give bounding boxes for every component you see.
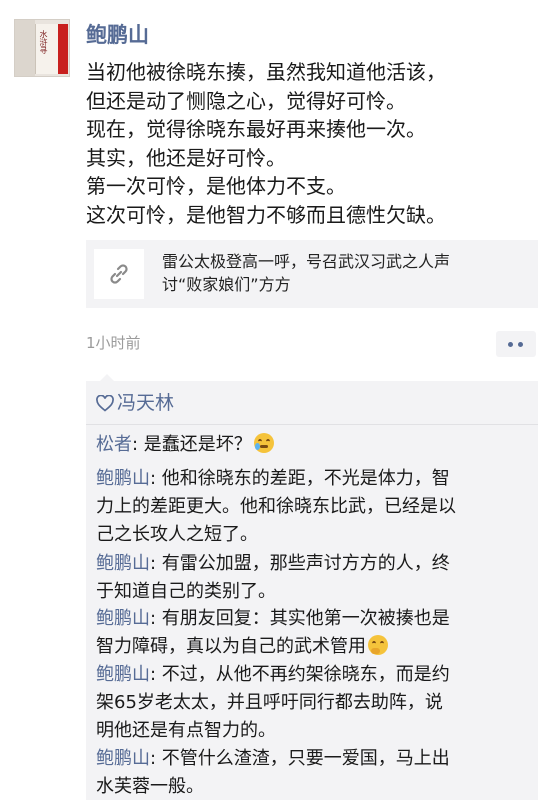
comment-author[interactable]: 鲍鹏山 xyxy=(96,553,150,574)
comment-text: 力上的差距更大。他和徐晓东比武，已经是以 xyxy=(96,496,456,517)
shared-link-card[interactable]: 雷公太极登高一呼，号召武汉习武之人声 讨“败家娘们”方方 xyxy=(86,240,538,308)
more-actions-button[interactable] xyxy=(496,331,536,357)
sweat-smile-emoji xyxy=(253,433,274,453)
comment-author[interactable]: 鲍鹏山 xyxy=(96,468,150,489)
post-timestamp: 1小时前 xyxy=(86,334,141,352)
link-thumbnail xyxy=(94,249,144,299)
comment-separator: : xyxy=(132,434,144,455)
comment-item[interactable]: 鲍鹏山: 有朋友回复：其实他第一次被揍也是 智力障碍，真以为自己的武术管用 xyxy=(96,605,528,661)
comment-text: 不管什么渣渣，只要一爱国，马上出 xyxy=(161,748,450,769)
comment-author[interactable]: 鲍鹏山 xyxy=(96,748,150,769)
comments-panel: 冯天林 松者: 是蠢还是坏？ 鲍鹏山: 他和徐晓东的差距，不光是体力，智 力上的… xyxy=(86,374,538,800)
comment-text: 有雷公加盟，那些声讨方方的人，终 xyxy=(161,553,450,574)
comment-separator: : xyxy=(150,468,162,489)
comment-separator: : xyxy=(150,664,162,685)
post-line: 第一次可怜，是他体力不支。 xyxy=(86,174,346,198)
link-title-line: 雷公太极登高一呼，号召武汉习武之人声 xyxy=(162,252,451,271)
comment-author[interactable]: 鲍鹏山 xyxy=(96,608,150,629)
post-line: 但还是动了恻隐之心，觉得好可怜。 xyxy=(86,88,406,113)
comment-text: 不过，从他不再约架徐晓东，而是约 xyxy=(161,664,450,685)
comment-separator: : xyxy=(150,608,162,629)
link-icon xyxy=(110,264,128,284)
more-dots-icon xyxy=(508,342,513,347)
post-body: 当初他被徐晓东揍，虽然我知道他活该， 但还是动了恻隐之心，觉得好可怜。 现在，觉… xyxy=(86,58,526,229)
comment-item[interactable]: 鲍鹏山: 有雷公加盟，那些声讨方方的人，终 于知道自己的类别了。 xyxy=(96,550,528,606)
comment-item[interactable]: 鲍鹏山: 他和徐晓东的差距，不光是体力，智 力上的差距更大。他和徐晓东比武，已经… xyxy=(96,465,528,549)
comment-author[interactable]: 鲍鹏山 xyxy=(96,664,150,685)
comment-item[interactable]: 松者: 是蠢还是坏？ xyxy=(96,431,528,459)
post-author-name[interactable]: 鲍鹏山 xyxy=(86,22,149,48)
comment-text: 于知道自己的类别了。 xyxy=(96,581,276,602)
avatar-book-spine xyxy=(58,24,68,74)
comment-text: 明他还是有点智力的。 xyxy=(96,720,276,741)
avatar-book-title: 水浒寻 xyxy=(39,30,48,54)
comment-text: 他和徐晓东的差距，不光是体力，智 xyxy=(161,468,450,489)
post-line: 现在，觉得徐晓东最好再来揍他一次。 xyxy=(86,117,426,141)
link-title: 雷公太极登高一呼，号召武汉习武之人声 讨“败家娘们”方方 xyxy=(162,250,532,296)
likes-divider xyxy=(86,424,538,425)
link-title-line: 讨“败家娘们”方方 xyxy=(162,275,291,294)
comment-separator: : xyxy=(150,748,162,769)
more-dots-icon xyxy=(518,342,523,347)
avatar-shade xyxy=(15,20,35,76)
comment-item[interactable]: 鲍鹏山: 不管什么渣渣，只要一爱国，马上出 水芙蓉一般。 xyxy=(96,745,528,800)
comment-author[interactable]: 松者 xyxy=(96,434,132,455)
post-line: 当初他被徐晓东揍，虽然我知道他活该， xyxy=(86,60,446,84)
comment-text: 有朋友回复：其实他第一次被揍也是 xyxy=(161,608,450,629)
comment-separator: : xyxy=(150,553,162,574)
avatar-book-cover: 水浒寻 xyxy=(35,24,68,74)
post-line: 其实，他还是好可怜。 xyxy=(86,145,286,170)
comment-text: 智力障碍，真以为自己的武术管用 xyxy=(96,636,366,657)
comment-text: 己之长攻人之短了。 xyxy=(96,524,258,545)
comment-text: 是蠢还是坏？ xyxy=(143,434,252,455)
comment-text: 架65岁老太太，并且呼吁同行都去助阵，说 xyxy=(96,692,443,713)
comment-item[interactable]: 鲍鹏山: 不过，从他不再约架徐晓东，而是约 架65岁老太太，并且呼吁同行都去助阵… xyxy=(96,661,528,745)
thinking-emoji xyxy=(368,635,388,655)
like-user-name[interactable]: 冯天林 xyxy=(117,391,174,415)
post-line: 这次可怜，是他智力不够而且德性欠缺。 xyxy=(86,202,446,227)
avatar[interactable]: 水浒寻 xyxy=(14,19,70,77)
comments-notch xyxy=(100,374,114,381)
moments-post: 水浒寻 鲍鹏山 当初他被徐晓东揍，虽然我知道他活该， 但还是动了恻隐之心，觉得好… xyxy=(0,0,549,800)
heart-icon xyxy=(96,394,114,412)
comment-text: 水芙蓉一般。 xyxy=(96,776,204,797)
likes-row: 冯天林 xyxy=(96,391,174,415)
